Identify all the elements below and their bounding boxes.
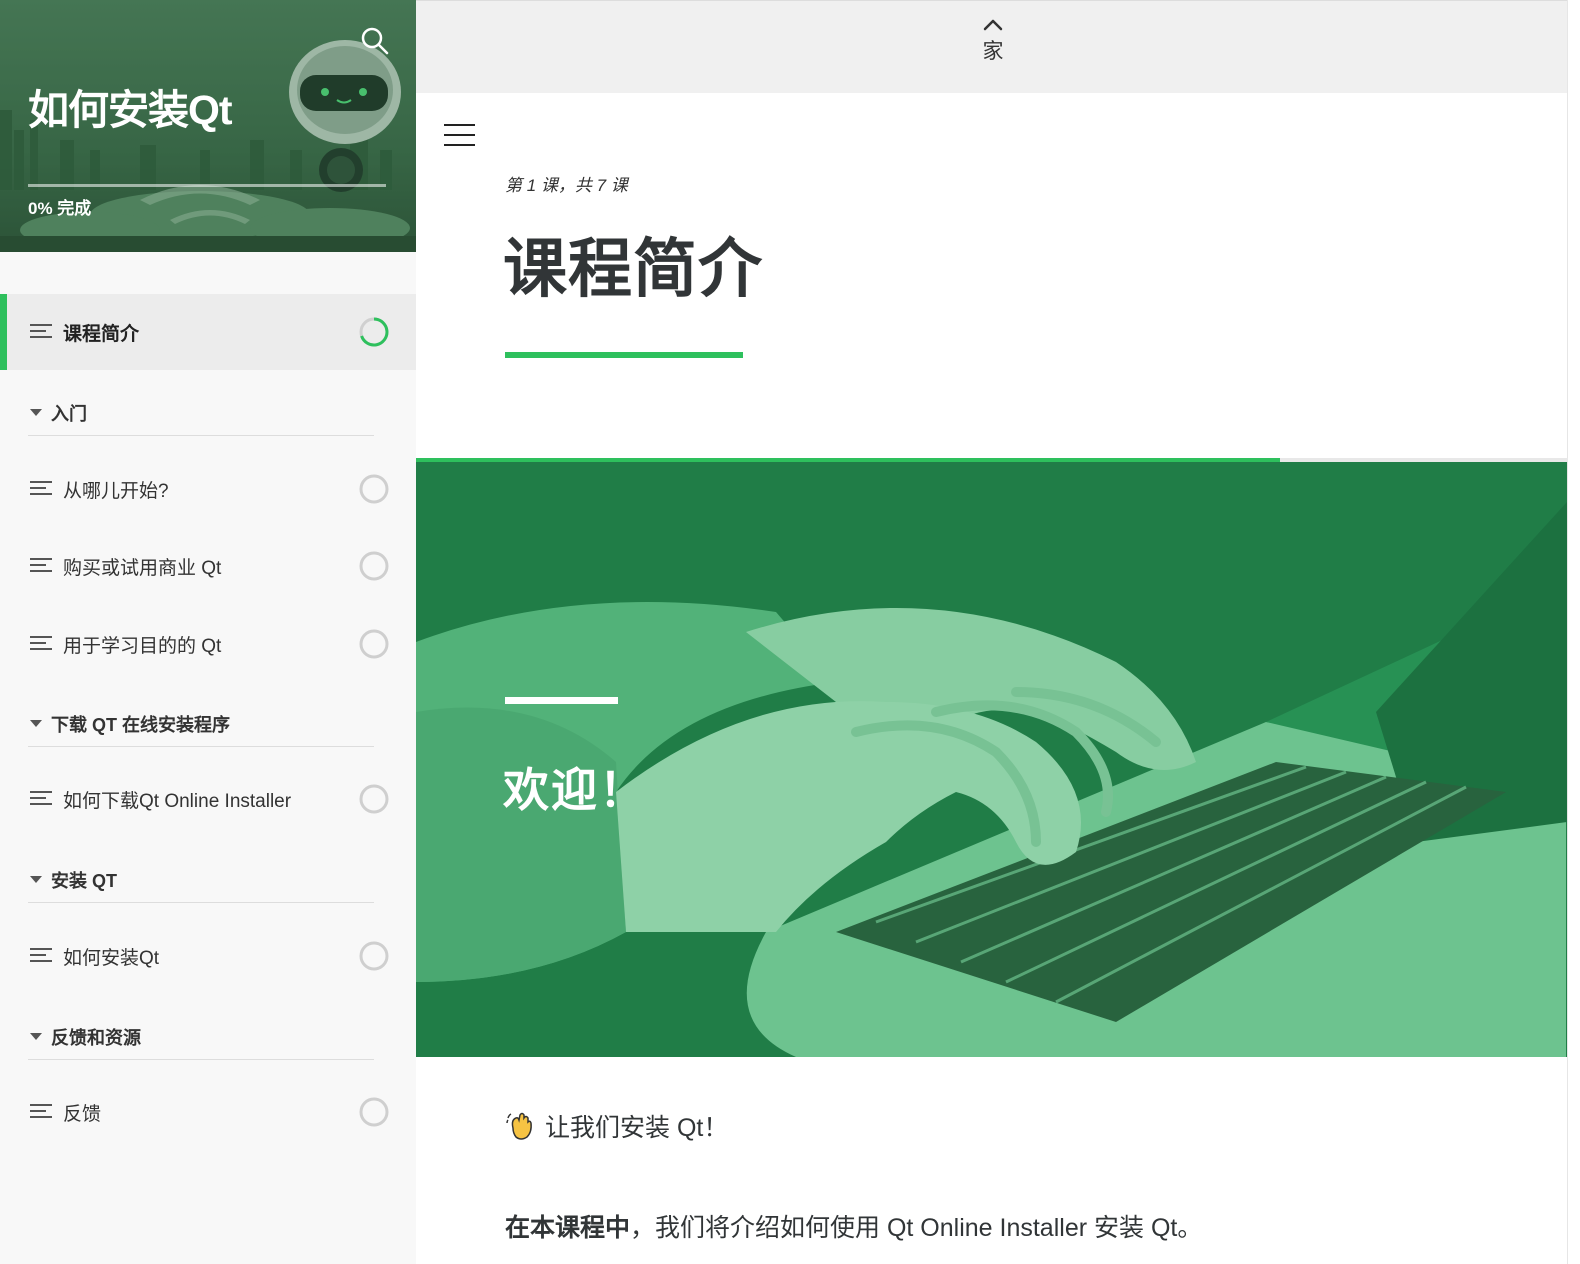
course-progress-label: 0% 完成	[28, 199, 92, 218]
intro-wave-text: 让我们安装 Qt！	[545, 1114, 729, 1142]
home-label: 家	[982, 40, 1004, 63]
sidebar-lesson-qt-for-learning[interactable]: 用于学习目的的 Qt	[0, 606, 416, 682]
sidebar-lesson-buy-commercial-qt[interactable]: 购买或试用商业 Qt	[0, 528, 416, 604]
section-label: 反馈和资源	[51, 1028, 141, 1048]
lesson-title: 课程简介	[503, 233, 763, 305]
caret-down-icon	[30, 1033, 42, 1040]
section-label: 安装 QT	[51, 871, 117, 891]
lesson-lines-icon	[30, 558, 52, 574]
lesson-label: 从哪儿开始?	[63, 481, 169, 502]
sidebar-lesson-where-to-start[interactable]: 从哪儿开始?	[0, 451, 416, 527]
not-started-icon	[359, 784, 389, 814]
in-progress-icon	[359, 317, 389, 347]
not-started-icon	[359, 1097, 389, 1127]
intro-bold-text: 在本课程中	[505, 1214, 631, 1242]
lesson-label: 用于学习目的的 Qt	[63, 636, 222, 657]
sidebar-lesson-download-online-installer[interactable]: 如何下载Qt Online Installer	[0, 761, 416, 837]
lesson-lines-icon	[30, 636, 52, 652]
hero-divider	[505, 697, 618, 704]
caret-down-icon	[30, 409, 42, 416]
course-title: 如何安装Qt	[28, 87, 233, 133]
hero-heading: 欢迎！	[503, 764, 647, 816]
lesson-label: 反馈	[63, 1104, 102, 1125]
not-started-icon	[359, 629, 389, 659]
menu-hamburger-icon[interactable]	[444, 124, 476, 148]
search-icon[interactable]	[358, 24, 392, 58]
lesson-lines-icon	[30, 948, 52, 964]
sidebar-header: 如何安装Qt 0% 完成	[0, 0, 416, 252]
lesson-label: 如何下载Qt Online Installer	[63, 791, 292, 812]
section-label: 入门	[51, 404, 87, 424]
intro-paragraph: 在本课程中，我们将介绍如何使用 Qt Online Installer 安装 Q…	[505, 1208, 1202, 1244]
course-sidebar: 如何安装Qt 0% 完成 课程简介 入门 从哪儿开始? 购买或试用商业 Qt 用…	[0, 0, 416, 1264]
lesson-label: 课程简介	[63, 324, 140, 345]
waving-hand-icon	[506, 1112, 532, 1140]
caret-down-icon	[30, 720, 42, 727]
sidebar-section-install-qt[interactable]: 安装 QT	[28, 859, 374, 903]
sidebar-lesson-how-to-install-qt[interactable]: 如何安装Qt	[0, 918, 416, 994]
lesson-lines-icon	[30, 1104, 52, 1120]
lesson-topbar: 家	[416, 0, 1568, 93]
scrollbar-gutter	[1567, 0, 1580, 1264]
title-divider	[505, 352, 743, 358]
not-started-icon	[359, 941, 389, 971]
intro-text: ，我们将介绍如何使用 Qt Online Installer 安装 Qt。	[630, 1214, 1203, 1242]
lesson-lines-icon	[30, 324, 52, 340]
intro-wave-line: 让我们安装 Qt！	[505, 1108, 728, 1144]
not-started-icon	[359, 474, 389, 504]
section-label: 下载 QT 在线安装程序	[51, 715, 230, 735]
caret-down-icon	[30, 876, 42, 883]
sidebar-section-download-installer[interactable]: 下载 QT 在线安装程序	[28, 703, 374, 747]
hero-banner: 欢迎！	[416, 462, 1567, 1057]
lesson-counter: 第 1 课，共 7 课	[505, 176, 628, 195]
lesson-lines-icon	[30, 791, 52, 807]
sidebar-lesson-feedback[interactable]: 反馈	[0, 1074, 416, 1150]
chevron-up-icon	[983, 19, 1003, 31]
home-link[interactable]: 家	[976, 19, 1010, 65]
sidebar-lesson-course-intro[interactable]: 课程简介	[0, 294, 416, 370]
sidebar-section-getting-started[interactable]: 入门	[28, 392, 374, 436]
not-started-icon	[359, 551, 389, 581]
course-progress-bar	[28, 184, 386, 187]
lesson-label: 购买或试用商业 Qt	[63, 558, 222, 579]
lesson-label: 如何安装Qt	[63, 948, 160, 969]
sidebar-section-feedback-resources[interactable]: 反馈和资源	[28, 1016, 374, 1060]
lesson-lines-icon	[30, 481, 52, 497]
